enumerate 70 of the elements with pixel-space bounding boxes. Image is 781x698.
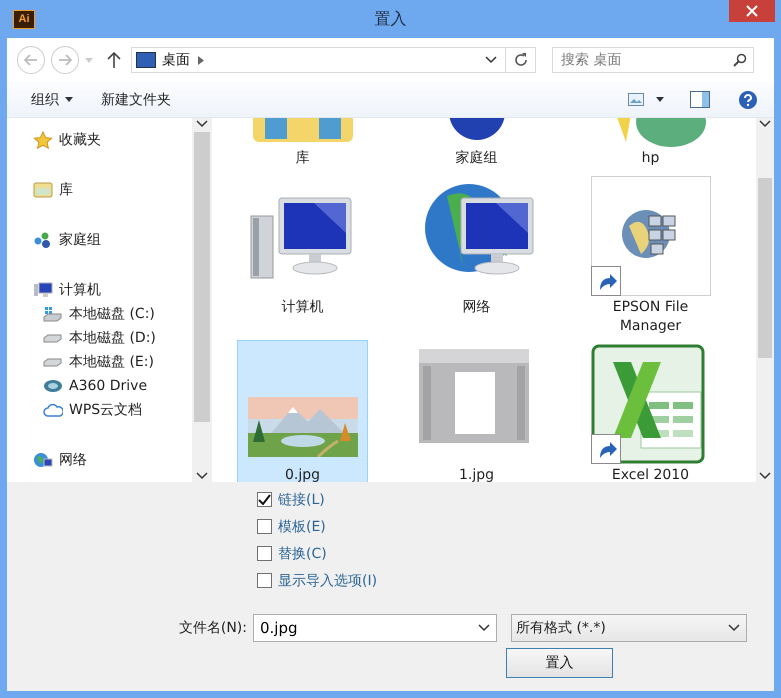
sidebar-item[interactable]: 本地磁盘 (E:)	[33, 350, 192, 374]
close-button[interactable]	[729, 0, 775, 22]
file-item[interactable]: 0.jpg	[237, 340, 368, 482]
content-scrollbar[interactable]	[756, 118, 774, 482]
option-checkbox[interactable]: 模板(E)	[257, 513, 774, 540]
file-item[interactable]: hp	[585, 118, 716, 172]
organize-menu[interactable]: 组织	[31, 88, 73, 110]
address-text: 桌面	[162, 51, 190, 69]
scroll-up-icon	[759, 120, 771, 128]
help-button[interactable]	[738, 90, 758, 110]
caret-icon	[656, 97, 664, 102]
sidebar-item[interactable]: 收藏夹	[33, 128, 192, 152]
chevron-down-icon	[478, 624, 490, 632]
sidebar-item[interactable]: 网络	[33, 448, 192, 472]
filename-label: 文件名(N):	[178, 619, 248, 637]
place-button[interactable]: 置入	[506, 648, 613, 678]
file-item[interactable]: EPSON File Manager	[585, 172, 716, 340]
checkmark-icon	[258, 494, 271, 505]
new-folder-button[interactable]: 新建文件夹	[101, 88, 171, 110]
file-item[interactable]: 家庭组	[411, 118, 542, 172]
sidebar-item[interactable]: 家庭组	[33, 228, 192, 252]
search-field[interactable]: 搜索 桌面	[552, 47, 754, 73]
file-item[interactable]: 库	[237, 118, 368, 172]
view-menu-button[interactable]	[628, 93, 664, 106]
file-item[interactable]: 网络	[411, 172, 542, 340]
sidebar-item[interactable]: WPS云文档	[33, 398, 192, 422]
network-icon	[33, 451, 53, 469]
up-button[interactable]	[107, 52, 121, 68]
sidebar-item[interactable]: 本地磁盘 (C:)	[33, 302, 192, 326]
option-checkbox[interactable]: 显示导入选项(I)	[257, 567, 774, 594]
app-badge: Ai	[13, 10, 35, 28]
computer-icon	[33, 281, 53, 299]
close-icon	[746, 5, 758, 17]
homegroup-icon	[33, 231, 53, 249]
drive-icon	[43, 334, 63, 342]
drive-icon	[43, 305, 63, 323]
scroll-down-icon	[196, 472, 208, 480]
chevron-down-icon	[485, 56, 497, 64]
preview-pane-button[interactable]	[690, 91, 710, 108]
option-checkbox[interactable]: 链接(L)	[257, 486, 774, 513]
back-arrow-icon	[24, 54, 38, 66]
scroll-down-icon	[759, 472, 771, 480]
scroll-up-icon	[196, 120, 208, 128]
forward-arrow-icon	[58, 54, 72, 66]
filename-field[interactable]: 0.jpg	[253, 614, 497, 642]
refresh-icon	[512, 52, 528, 68]
file-item[interactable]: Excel 2010	[585, 340, 716, 482]
sidebar-item[interactable]: 库	[33, 178, 192, 202]
sidebar-scrollbar[interactable]	[192, 118, 212, 482]
cloud-icon	[43, 401, 63, 419]
filename-input[interactable]: 0.jpg	[258, 618, 478, 638]
star-icon	[33, 131, 53, 149]
search-icon	[733, 53, 747, 67]
option-checkbox[interactable]: 替换(C)	[257, 540, 774, 567]
caret-icon	[65, 97, 73, 102]
sidebar-item[interactable]: A360 Drive	[33, 374, 192, 398]
desktop-icon	[136, 52, 156, 68]
drive-icon	[43, 358, 63, 366]
breadcrumb-arrow-icon	[198, 56, 204, 64]
sidebar-item[interactable]: 计算机	[33, 278, 192, 302]
sidebar-item[interactable]: 本地磁盘 (D:)	[33, 326, 192, 350]
file-type-dropdown[interactable]: 所有格式 (*.*)	[511, 614, 747, 642]
cloud-drive-icon	[43, 377, 63, 395]
window-title: 置入	[374, 8, 408, 30]
file-manager-icon	[590, 176, 710, 296]
file-item[interactable]: 1.jpg	[411, 340, 542, 482]
address-field[interactable]: 桌面	[131, 47, 536, 73]
library-icon	[33, 181, 53, 199]
file-item[interactable]: 计算机	[237, 172, 368, 340]
chevron-down-icon	[728, 624, 740, 632]
